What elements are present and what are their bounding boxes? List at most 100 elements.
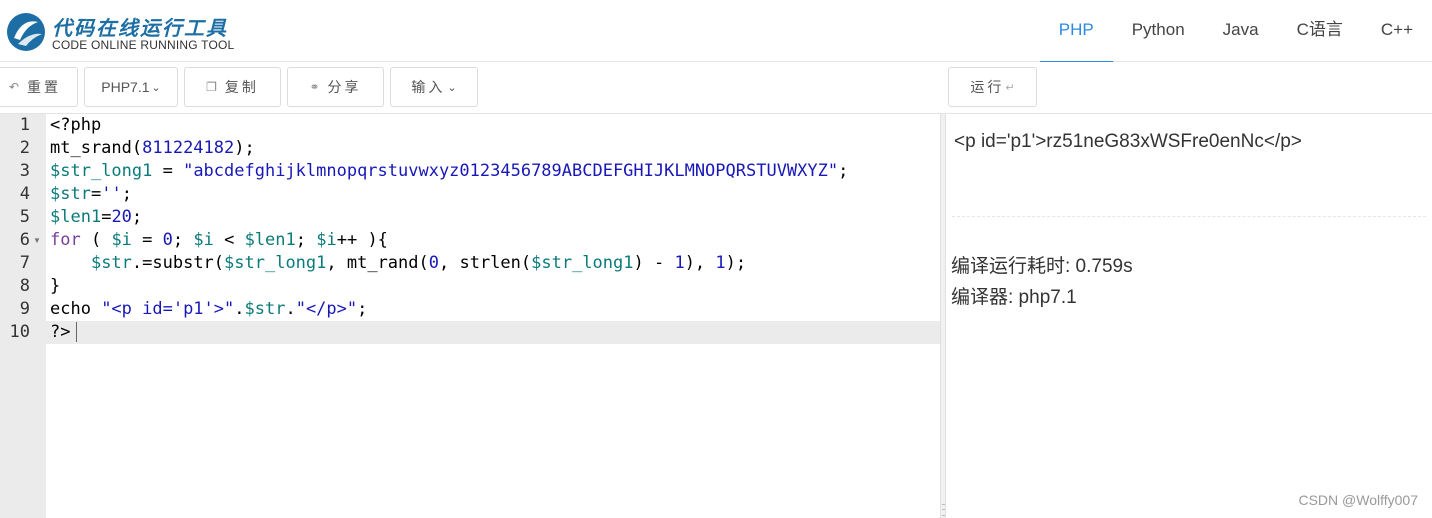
code-token: "</p>" xyxy=(295,299,358,319)
code-token: "<p id='p1'>" xyxy=(101,299,235,319)
tab-python[interactable]: Python xyxy=(1113,0,1204,62)
copy-icon: ❐ xyxy=(206,80,217,94)
line-number: 3 xyxy=(19,161,30,181)
share-label: 分享 xyxy=(327,79,362,95)
code-token: ; xyxy=(172,230,194,250)
code-token: '' xyxy=(101,184,122,204)
code-line[interactable]: } xyxy=(50,275,940,298)
code-token: ); xyxy=(234,138,255,158)
code-token: $str_long1 xyxy=(224,253,327,273)
editor-toolbar: ↶ 重置 PHP7.1 ⌄ ❐ 复制 ⚭ 分享 输入 ⌄ 运行 ↵ xyxy=(0,62,1432,114)
line-number: 2 xyxy=(19,138,30,158)
code-token: ; xyxy=(295,230,317,250)
code-token: $len1 xyxy=(50,207,102,227)
logo-mark-icon xyxy=(7,13,45,51)
line-number: 10 xyxy=(9,322,30,342)
compiler-info: 编译器: php7.1 xyxy=(951,287,1077,308)
tab-php[interactable]: PHP xyxy=(1039,0,1113,63)
code-line[interactable]: $str=''; xyxy=(50,183,940,206)
code-token: , strlen( xyxy=(439,253,532,273)
line-number: 8 xyxy=(19,276,30,296)
code-line[interactable]: <?php xyxy=(50,114,940,137)
code-token: $str xyxy=(50,184,91,204)
code-token: $len1 xyxy=(244,230,296,250)
code-token: 1 xyxy=(674,253,685,273)
text-cursor xyxy=(76,322,78,342)
top-header: 代码在线运行工具 CODE ONLINE RUNNING TOOL PHP Py… xyxy=(0,0,1432,63)
run-button[interactable]: 运行 ↵ xyxy=(948,67,1037,107)
output-panel: <p id='p1'>rz51neG83xWSFre0enNc</p> 编译运行… xyxy=(946,114,1432,518)
line-number: 9 xyxy=(19,299,30,319)
code-token: $str_long1 xyxy=(531,253,634,273)
watermark: CSDN @Wolffy007 xyxy=(1298,492,1418,508)
code-area[interactable]: <?php mt_srand(811224182); $str_long1 = "a… xyxy=(46,114,940,344)
logo-text-cn: 代码在线运行工具 xyxy=(52,16,228,40)
link-icon: ⚭ xyxy=(309,80,320,94)
version-select[interactable]: PHP7.1 ⌄ xyxy=(84,67,178,107)
input-label: 输入 xyxy=(411,79,446,95)
line-number: 4 xyxy=(19,184,30,204)
code-editor[interactable]: 1 2 3 4 5 6 7 8 9 10 ▼ <?php mt_srand(811224182); $s… xyxy=(0,114,940,518)
code-token: ; xyxy=(838,161,849,181)
line-number: 1 xyxy=(19,115,30,135)
code-line[interactable]: mt_srand(811224182); xyxy=(50,137,940,160)
code-token: $str xyxy=(244,299,286,319)
input-button[interactable]: 输入 ⌄ xyxy=(390,67,478,107)
line-number: 5 xyxy=(19,207,30,227)
code-token: $str xyxy=(90,253,132,273)
code-token: ), xyxy=(684,253,716,273)
copy-button[interactable]: ❐ 复制 xyxy=(184,67,281,107)
run-time: 编译运行耗时: 0.759s xyxy=(951,256,1133,277)
code-token: $i xyxy=(111,230,132,250)
chevron-down-icon: ⌄ xyxy=(447,81,457,94)
line-number: 7 xyxy=(19,253,30,273)
code-token: 0 xyxy=(428,253,439,273)
code-token: < xyxy=(213,230,245,250)
share-button[interactable]: ⚭ 分享 xyxy=(287,67,384,107)
code-token: 0 xyxy=(162,230,173,250)
code-token: } xyxy=(50,276,61,296)
chevron-down-icon: ⌄ xyxy=(151,81,161,94)
code-line[interactable]: echo "<p id='p1'>".$str."</p>"; xyxy=(50,298,940,321)
code-token: = xyxy=(152,161,184,181)
code-token: ); xyxy=(725,253,747,273)
copy-label: 复制 xyxy=(224,79,259,95)
logo-text-en: CODE ONLINE RUNNING TOOL xyxy=(52,38,235,52)
code-token: , mt_rand( xyxy=(326,253,429,273)
output-result: <p id='p1'>rz51neG83xWSFre0enNc</p> xyxy=(954,131,1302,152)
tab-java[interactable]: Java xyxy=(1204,0,1278,62)
code-token: 811224182 xyxy=(142,138,235,158)
reset-icon: ↶ xyxy=(8,80,20,94)
code-token: .=substr( xyxy=(131,253,225,273)
code-token: mt_srand( xyxy=(50,138,143,158)
code-token: "abcdefghijklmnopqrstuvwxyz0123456789ABC… xyxy=(183,161,839,181)
version-label: PHP7.1 xyxy=(101,79,150,95)
reset-button[interactable]: ↶ 重置 xyxy=(0,67,78,107)
enter-key-icon: ↵ xyxy=(1005,81,1015,94)
code-line[interactable]: $str.=substr($str_long1, mt_rand(0, strl… xyxy=(50,252,940,275)
code-token: ; xyxy=(121,184,132,204)
code-line[interactable]: ?> xyxy=(46,321,940,344)
code-token: ( xyxy=(80,230,112,250)
run-label: 运行 xyxy=(970,79,1005,95)
code-token: = xyxy=(131,230,163,250)
line-number: 6 xyxy=(19,230,30,250)
code-line[interactable]: $len1=20; xyxy=(50,206,940,229)
site-logo[interactable]: 代码在线运行工具 CODE ONLINE RUNNING TOOL xyxy=(4,8,244,56)
code-line[interactable]: for ( $i = 0; $i < $len1; $i++ ){ xyxy=(50,229,940,252)
code-token: <?php xyxy=(50,115,102,135)
tab-c[interactable]: C语言 xyxy=(1278,0,1362,62)
code-token: $i xyxy=(316,230,337,250)
output-divider xyxy=(952,216,1426,217)
drag-handle-icon xyxy=(942,504,945,516)
code-token: ) - xyxy=(633,253,675,273)
code-line[interactable]: $str_long1 = "abcdefghijklmnopqrstuvwxyz… xyxy=(50,160,940,183)
reset-label: 重置 xyxy=(27,79,62,95)
code-token: ++ ){ xyxy=(336,230,388,250)
code-token: ; xyxy=(357,299,368,319)
tab-cpp[interactable]: C++ xyxy=(1362,0,1432,62)
code-token: . xyxy=(234,299,245,319)
code-token: for xyxy=(50,230,81,250)
fold-arrow-icon[interactable]: ▼ xyxy=(33,229,41,252)
